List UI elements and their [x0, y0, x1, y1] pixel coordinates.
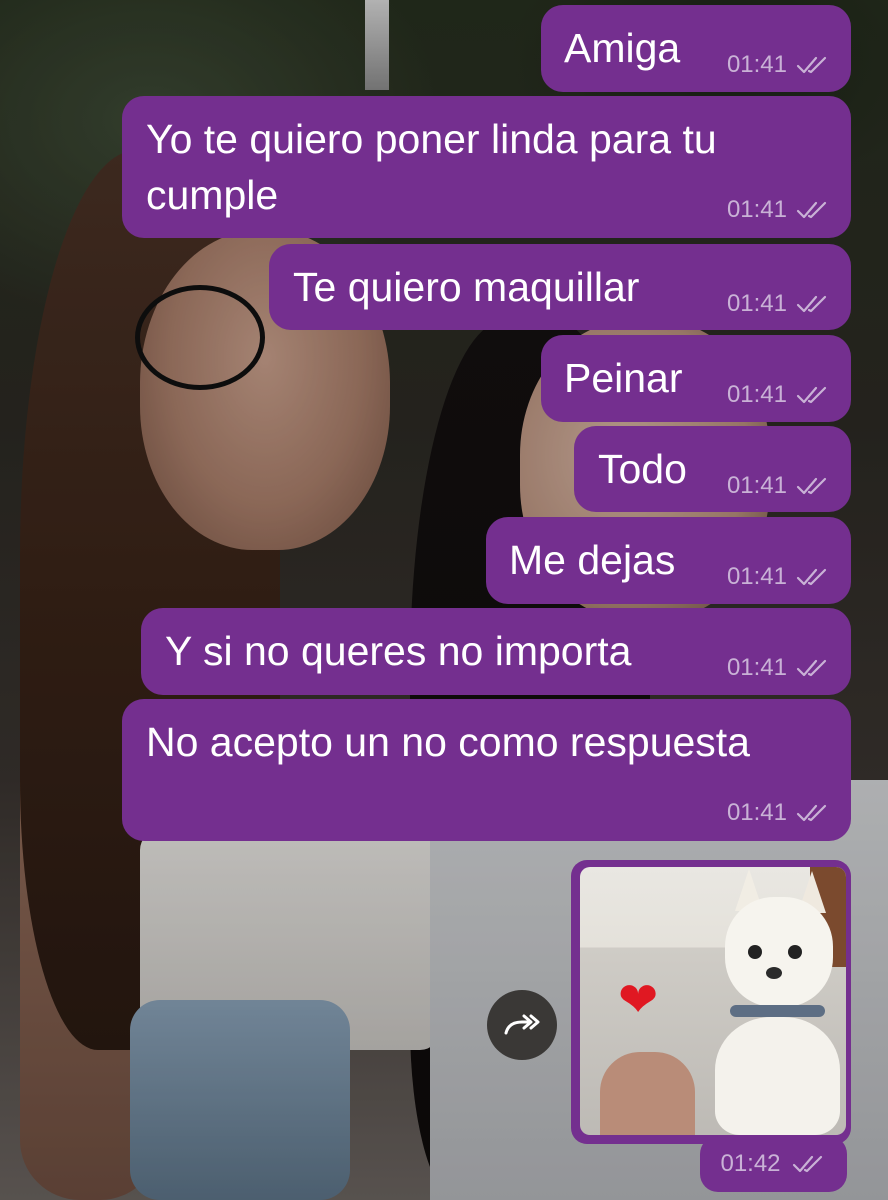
message-text: Amiga	[564, 25, 681, 71]
message-meta: 01:41	[727, 799, 831, 827]
media-image-dog-eye	[748, 945, 762, 959]
media-image-dog-eye	[788, 945, 802, 959]
message-time: 01:41	[726, 51, 787, 78]
message-meta: 01:41	[727, 51, 831, 79]
message-time: 01:41	[726, 290, 787, 317]
media-message[interactable]: ❤	[571, 860, 851, 1144]
double-check-icon	[796, 477, 827, 495]
media-image-dog-head	[725, 897, 833, 1007]
double-check-icon	[796, 386, 827, 404]
message-bubble[interactable]: No acepto un no como respuesta 01:41	[122, 699, 851, 841]
message-bubble[interactable]: Peinar 01:41	[541, 335, 851, 422]
message-bubble[interactable]: Te quiero maquillar 01:41	[269, 244, 851, 330]
heart-icon: ❤	[618, 974, 659, 1027]
forward-icon	[504, 1014, 540, 1035]
message-meta: 01:41	[727, 196, 831, 224]
media-image-dog-body	[715, 1017, 840, 1135]
message-meta: 01:41	[727, 290, 831, 318]
message-time: 01:41	[726, 196, 787, 223]
message-bubble[interactable]: Yo te quiero poner linda para tu cumple …	[122, 96, 851, 238]
message-text: Y si no queres no importa	[165, 628, 632, 674]
message-time: 01:41	[726, 381, 787, 408]
forward-button[interactable]	[487, 990, 557, 1060]
message-bubble[interactable]: Todo 01:41	[574, 426, 851, 512]
message-text: No acepto un no como respuesta	[146, 719, 750, 765]
media-image-hand	[600, 1052, 695, 1135]
message-meta: 01:41	[727, 654, 831, 682]
message-time: 01:42	[720, 1150, 781, 1177]
media-image[interactable]: ❤	[580, 867, 846, 1135]
message-text: Me dejas	[509, 537, 676, 583]
message-meta: 01:41	[727, 381, 831, 409]
message-text: Peinar	[564, 355, 683, 401]
media-image-dog-collar	[730, 1005, 825, 1017]
double-check-icon	[796, 56, 827, 74]
double-check-icon	[796, 568, 827, 586]
media-image-dog-nose	[766, 967, 782, 979]
double-check-icon	[796, 295, 827, 313]
message-bubble[interactable]: Me dejas 01:41	[486, 517, 851, 604]
double-check-icon	[796, 659, 827, 677]
media-message-meta: 01:42	[700, 1136, 847, 1192]
double-check-icon	[792, 1155, 822, 1173]
message-bubble[interactable]: Y si no queres no importa 01:41	[141, 608, 851, 695]
double-check-icon	[796, 201, 827, 219]
message-text: Te quiero maquillar	[293, 264, 640, 310]
message-meta: 01:41	[727, 563, 831, 591]
message-time: 01:41	[726, 563, 787, 590]
message-text: Todo	[598, 446, 687, 492]
double-check-icon	[796, 804, 827, 822]
message-meta: 01:41	[727, 472, 831, 500]
message-time: 01:41	[726, 472, 787, 499]
message-time: 01:41	[726, 799, 787, 826]
message-time: 01:41	[726, 654, 787, 681]
message-bubble[interactable]: Amiga 01:41	[541, 5, 851, 92]
